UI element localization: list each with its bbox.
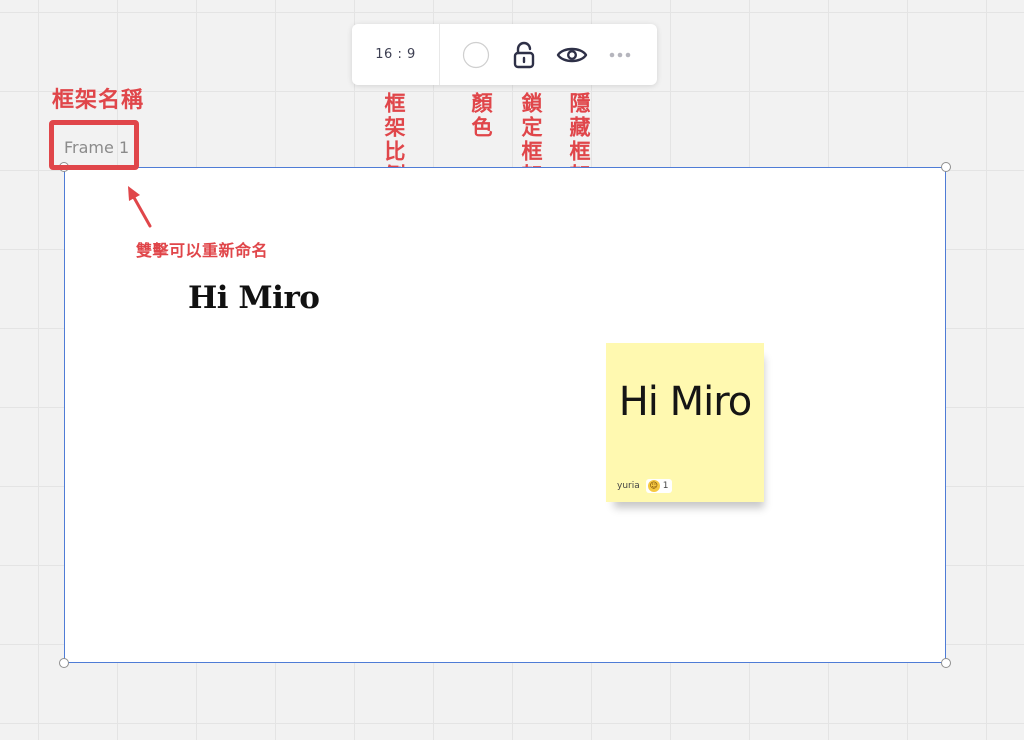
sticky-note[interactable]: Hi Miro yuria ☺ 1 bbox=[606, 343, 764, 502]
sticky-note-footer: yuria ☺ 1 bbox=[617, 479, 673, 493]
grinning-face-icon: ☺ bbox=[647, 480, 660, 492]
more-options-button[interactable] bbox=[596, 24, 644, 85]
more-icon bbox=[609, 52, 631, 57]
annotation-highlight-box bbox=[49, 120, 139, 170]
lock-frame-button[interactable] bbox=[500, 24, 548, 85]
color-circle-icon bbox=[462, 41, 490, 68]
frame-color-button[interactable] bbox=[452, 24, 500, 85]
reaction-count: 1 bbox=[662, 481, 669, 491]
hide-content-button[interactable] bbox=[548, 24, 596, 85]
eye-icon bbox=[556, 47, 588, 62]
unlock-icon bbox=[513, 41, 535, 68]
resize-handle-top-right[interactable] bbox=[941, 162, 951, 172]
canvas-text-title[interactable]: Hi Miro bbox=[188, 280, 320, 316]
aspect-ratio-button[interactable]: 16 : 9 bbox=[352, 24, 439, 85]
resize-handle-bottom-left[interactable] bbox=[59, 658, 69, 668]
toolbar-divider bbox=[439, 24, 440, 85]
sticky-note-author: yuria bbox=[617, 481, 640, 491]
annotation-rename-hint: 雙擊可以重新命名 bbox=[136, 241, 269, 260]
annotation-frame-name: 框架名稱 bbox=[52, 88, 145, 113]
sticky-note-text: Hi Miro bbox=[618, 379, 753, 425]
reaction-badge[interactable]: ☺ 1 bbox=[645, 479, 673, 493]
resize-handle-bottom-right[interactable] bbox=[941, 658, 951, 668]
frame-toolbar: 16 : 9 bbox=[352, 24, 657, 85]
annotation-color: 顏色 bbox=[469, 92, 493, 140]
annotation-arrow-icon bbox=[128, 186, 152, 228]
